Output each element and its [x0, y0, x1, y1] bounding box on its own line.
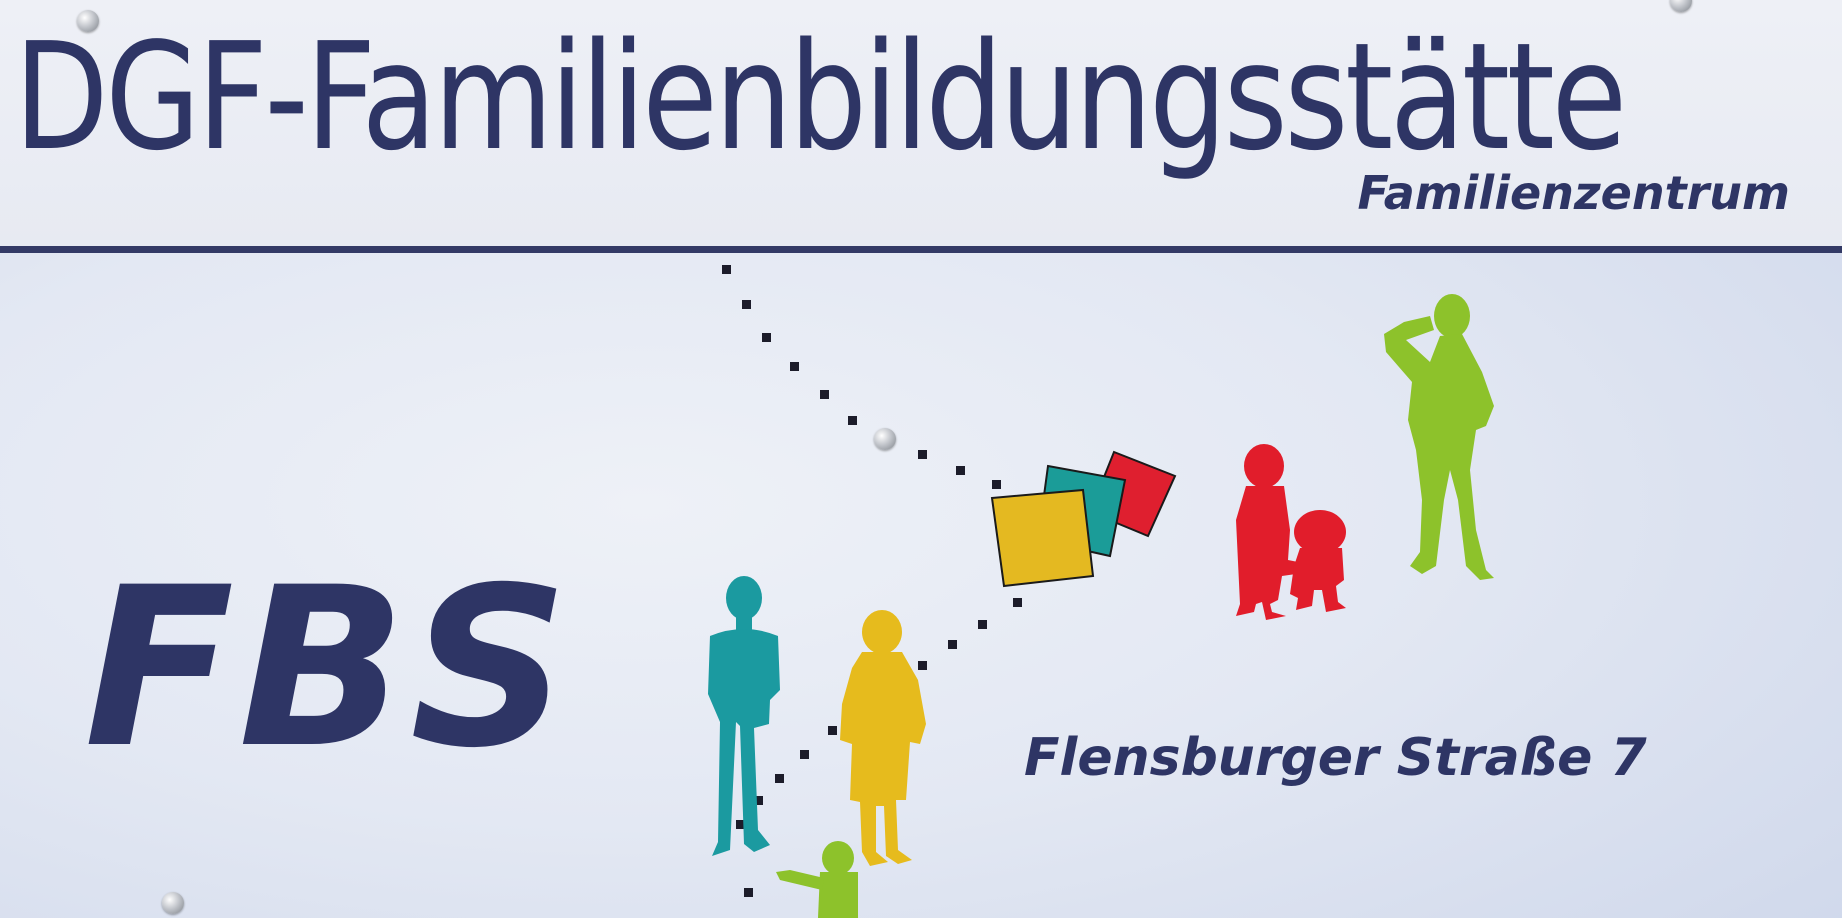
- screw-icon: [874, 428, 896, 450]
- teal-person-silhouette-icon: [708, 576, 780, 856]
- screw-icon: [77, 10, 99, 32]
- green-child-silhouette-icon: [776, 841, 858, 918]
- kite-squares-icon: [990, 450, 1177, 588]
- fbs-logo-text: FBS: [84, 540, 573, 796]
- green-person-silhouette-icon: [1384, 294, 1494, 580]
- kite-string-upper: [722, 265, 1001, 489]
- screw-icon: [162, 892, 184, 914]
- sign-board: DGF-Familienbildungsstätte Familienzentr…: [0, 0, 1842, 918]
- yellow-person-silhouette-icon: [840, 610, 926, 866]
- red-family-silhouette-icon: [1236, 444, 1346, 620]
- address-text: Flensburger Straße 7: [1024, 728, 1647, 788]
